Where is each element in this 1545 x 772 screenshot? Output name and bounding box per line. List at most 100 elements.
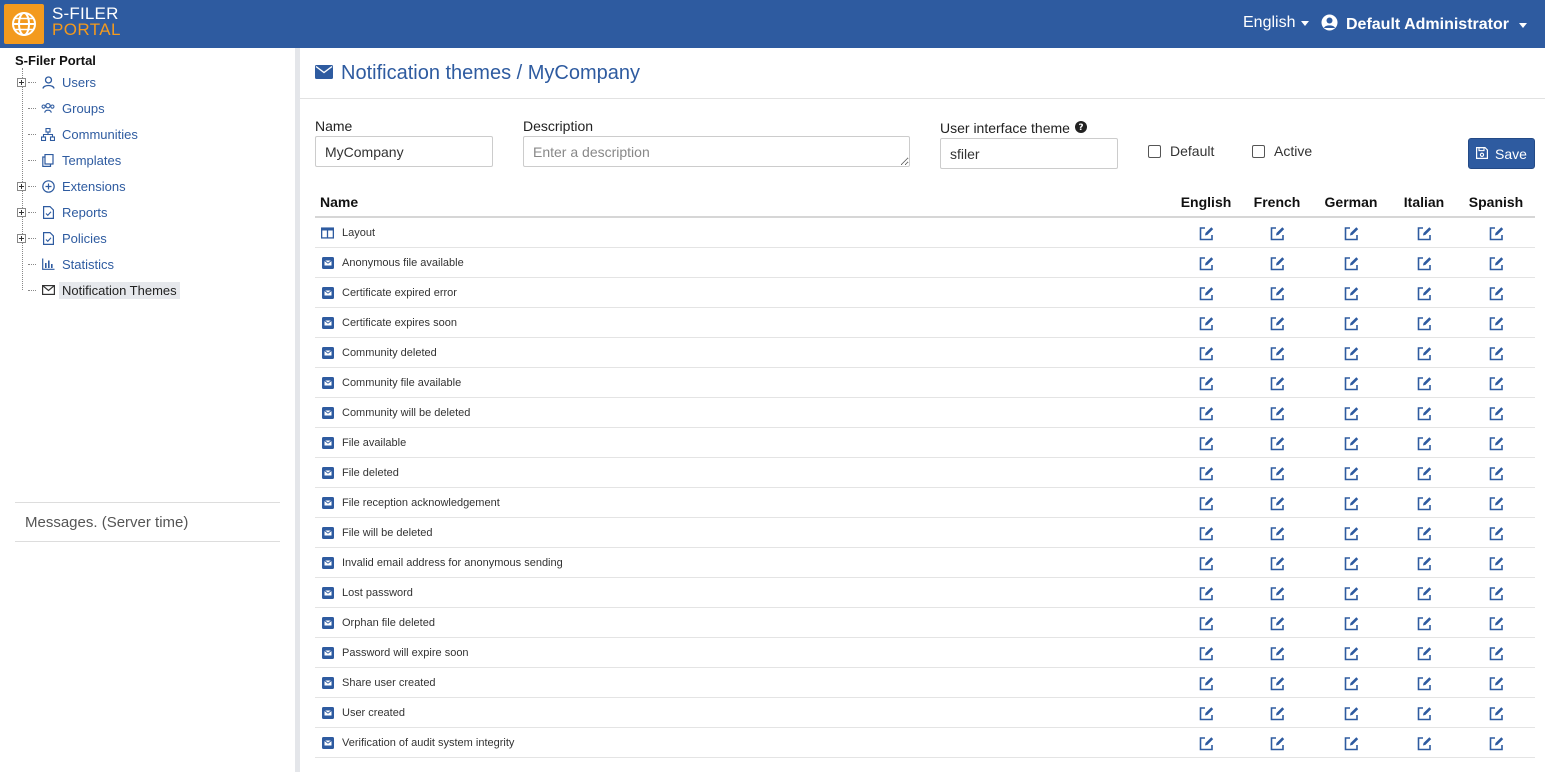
- edit-icon[interactable]: [1416, 255, 1432, 271]
- expand-plus-icon[interactable]: [17, 77, 26, 87]
- edit-icon[interactable]: [1269, 315, 1285, 331]
- default-checkbox[interactable]: Default: [1148, 143, 1214, 159]
- edit-icon[interactable]: [1343, 435, 1359, 451]
- globe-logo-icon[interactable]: [4, 4, 44, 44]
- edit-icon[interactable]: [1416, 315, 1432, 331]
- edit-icon[interactable]: [1343, 375, 1359, 391]
- question-circle-icon[interactable]: ?: [1074, 120, 1087, 136]
- edit-icon[interactable]: [1269, 375, 1285, 391]
- edit-icon[interactable]: [1269, 345, 1285, 361]
- edit-icon[interactable]: [1343, 405, 1359, 421]
- edit-icon[interactable]: [1269, 705, 1285, 721]
- edit-icon[interactable]: [1198, 705, 1214, 721]
- edit-icon[interactable]: [1416, 525, 1432, 541]
- edit-icon[interactable]: [1198, 345, 1214, 361]
- edit-icon[interactable]: [1269, 285, 1285, 301]
- edit-icon[interactable]: [1198, 615, 1214, 631]
- edit-icon[interactable]: [1343, 285, 1359, 301]
- edit-icon[interactable]: [1198, 405, 1214, 421]
- edit-icon[interactable]: [1343, 675, 1359, 691]
- edit-icon[interactable]: [1198, 225, 1214, 241]
- language-dropdown[interactable]: English: [1243, 14, 1310, 32]
- edit-icon[interactable]: [1488, 555, 1504, 571]
- edit-icon[interactable]: [1416, 615, 1432, 631]
- edit-icon[interactable]: [1269, 525, 1285, 541]
- messages-panel[interactable]: Messages. (Server time): [15, 502, 280, 542]
- edit-icon[interactable]: [1488, 525, 1504, 541]
- edit-icon[interactable]: [1488, 735, 1504, 751]
- edit-icon[interactable]: [1343, 555, 1359, 571]
- edit-icon[interactable]: [1269, 585, 1285, 601]
- description-field[interactable]: [523, 136, 910, 167]
- edit-icon[interactable]: [1488, 705, 1504, 721]
- name-field[interactable]: [315, 136, 493, 167]
- edit-icon[interactable]: [1488, 615, 1504, 631]
- ui-theme-field[interactable]: [940, 138, 1118, 169]
- edit-icon[interactable]: [1416, 585, 1432, 601]
- edit-icon[interactable]: [1343, 645, 1359, 661]
- sidebar-item-extensions[interactable]: Extensions: [17, 176, 126, 196]
- edit-icon[interactable]: [1488, 585, 1504, 601]
- edit-icon[interactable]: [1343, 315, 1359, 331]
- edit-icon[interactable]: [1416, 435, 1432, 451]
- edit-icon[interactable]: [1416, 495, 1432, 511]
- edit-icon[interactable]: [1343, 465, 1359, 481]
- sidebar-item-templates[interactable]: Templates: [17, 150, 121, 170]
- edit-icon[interactable]: [1343, 495, 1359, 511]
- edit-icon[interactable]: [1269, 225, 1285, 241]
- edit-icon[interactable]: [1488, 345, 1504, 361]
- edit-icon[interactable]: [1343, 525, 1359, 541]
- edit-icon[interactable]: [1198, 585, 1214, 601]
- edit-icon[interactable]: [1488, 465, 1504, 481]
- edit-icon[interactable]: [1269, 495, 1285, 511]
- expand-plus-icon[interactable]: [17, 181, 26, 191]
- edit-icon[interactable]: [1198, 255, 1214, 271]
- edit-icon[interactable]: [1343, 735, 1359, 751]
- edit-icon[interactable]: [1488, 405, 1504, 421]
- edit-icon[interactable]: [1198, 495, 1214, 511]
- active-checkbox[interactable]: Active: [1252, 143, 1312, 159]
- edit-icon[interactable]: [1198, 465, 1214, 481]
- edit-icon[interactable]: [1343, 585, 1359, 601]
- edit-icon[interactable]: [1488, 435, 1504, 451]
- edit-icon[interactable]: [1269, 405, 1285, 421]
- edit-icon[interactable]: [1198, 525, 1214, 541]
- edit-icon[interactable]: [1198, 735, 1214, 751]
- edit-icon[interactable]: [1488, 315, 1504, 331]
- sidebar-item-communities[interactable]: Communities: [17, 124, 138, 144]
- edit-icon[interactable]: [1198, 285, 1214, 301]
- sidebar-item-reports[interactable]: Reports: [17, 202, 108, 222]
- edit-icon[interactable]: [1269, 435, 1285, 451]
- edit-icon[interactable]: [1416, 675, 1432, 691]
- edit-icon[interactable]: [1416, 225, 1432, 241]
- app-logo-text[interactable]: S-FILER PORTAL: [52, 5, 121, 38]
- user-menu-dropdown[interactable]: Default Administrator: [1321, 14, 1527, 36]
- save-button[interactable]: Save: [1468, 138, 1535, 169]
- sidebar-item-groups[interactable]: Groups: [17, 98, 105, 118]
- edit-icon[interactable]: [1269, 645, 1285, 661]
- edit-icon[interactable]: [1488, 675, 1504, 691]
- edit-icon[interactable]: [1488, 225, 1504, 241]
- edit-icon[interactable]: [1343, 705, 1359, 721]
- edit-icon[interactable]: [1488, 285, 1504, 301]
- edit-icon[interactable]: [1416, 405, 1432, 421]
- edit-icon[interactable]: [1416, 705, 1432, 721]
- edit-icon[interactable]: [1343, 345, 1359, 361]
- sidebar-item-policies[interactable]: Policies: [17, 228, 107, 248]
- edit-icon[interactable]: [1198, 645, 1214, 661]
- edit-icon[interactable]: [1198, 375, 1214, 391]
- edit-icon[interactable]: [1269, 615, 1285, 631]
- checkbox-box[interactable]: [1148, 144, 1161, 158]
- edit-icon[interactable]: [1416, 645, 1432, 661]
- edit-icon[interactable]: [1269, 555, 1285, 571]
- edit-icon[interactable]: [1343, 255, 1359, 271]
- edit-icon[interactable]: [1269, 255, 1285, 271]
- sidebar-item-notification-themes[interactable]: Notification Themes: [17, 280, 180, 300]
- edit-icon[interactable]: [1488, 495, 1504, 511]
- edit-icon[interactable]: [1488, 645, 1504, 661]
- tree-root-label[interactable]: S-Filer Portal: [15, 53, 96, 68]
- edit-icon[interactable]: [1416, 735, 1432, 751]
- checkbox-box[interactable]: [1252, 144, 1265, 158]
- edit-icon[interactable]: [1198, 555, 1214, 571]
- edit-icon[interactable]: [1198, 435, 1214, 451]
